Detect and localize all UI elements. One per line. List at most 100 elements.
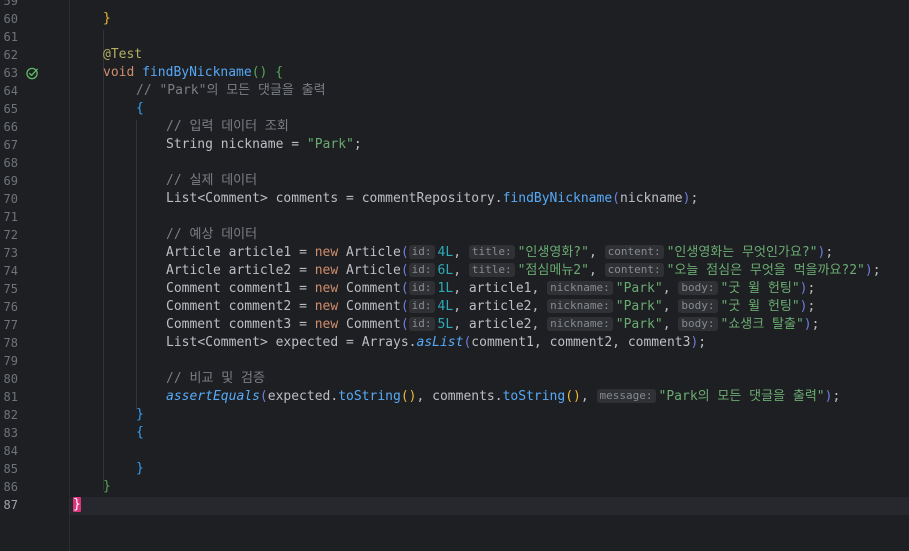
code-line-78[interactable]: List<Comment> expected = Arrays.asList(c… <box>166 334 706 352</box>
line-number[interactable]: 81 <box>0 388 18 406</box>
code-line-72[interactable]: // 예상 데이터 <box>166 226 257 244</box>
param-hint: id: <box>408 299 435 313</box>
code-line-76[interactable]: Comment comment2 = new Comment(id: 4L, ar… <box>166 298 815 316</box>
string-literal: "점심메뉴2" <box>517 263 589 278</box>
method-call: toString <box>338 389 401 404</box>
argument: comments <box>432 389 495 404</box>
constructor-class: Article <box>346 263 401 278</box>
param-hint: id: <box>408 245 435 259</box>
param-hint: body: <box>678 317 718 331</box>
type-name: Comment <box>166 317 221 332</box>
line-number[interactable]: 84 <box>0 442 18 460</box>
assign-operator: = <box>283 137 307 152</box>
line-number[interactable]: 82 <box>0 406 18 424</box>
constructor-class: Comment <box>346 299 401 314</box>
semicolon: ; <box>807 299 816 314</box>
line-number[interactable]: 86 <box>0 478 18 496</box>
static-method-call: assertEquals <box>166 389 260 404</box>
line-number[interactable]: 65 <box>0 100 18 118</box>
line-number[interactable]: 78 <box>0 334 18 352</box>
type-name: Comment <box>166 281 221 296</box>
line-number[interactable]: 83 <box>0 424 18 442</box>
new-keyword: new <box>314 263 339 278</box>
line-number[interactable]: 63 <box>0 64 18 82</box>
line-number[interactable]: 68 <box>0 154 18 172</box>
new-keyword: new <box>314 245 339 260</box>
constructor-class: Comment <box>346 281 401 296</box>
test-passed-check-icon[interactable] <box>26 67 39 80</box>
line-number[interactable]: 87 <box>0 496 18 514</box>
code-line-77[interactable]: Comment comment3 = new Comment(id: 5L, ar… <box>166 316 819 334</box>
line-number[interactable]: 73 <box>0 244 18 262</box>
line-number[interactable]: 80 <box>0 370 18 388</box>
line-number[interactable]: 70 <box>0 190 18 208</box>
line-number[interactable]: 71 <box>0 208 18 226</box>
indent-guide <box>103 30 104 490</box>
string-literal: "인생영화?" <box>517 245 589 260</box>
string-literal: "굿 윌 헌팅" <box>720 281 800 296</box>
line-number[interactable]: 66 <box>0 118 18 136</box>
code-line-74[interactable]: Article article2 = new Article(id: 6L, ti… <box>166 262 881 280</box>
code-line-82[interactable]: } <box>136 406 144 424</box>
param-hint: nickname: <box>547 299 613 313</box>
code-line-73[interactable]: Article article1 = new Article(id: 4L, ti… <box>166 244 833 262</box>
method-call: toString <box>502 389 566 404</box>
line-number[interactable]: 77 <box>0 316 18 334</box>
param-hint: id: <box>408 317 435 331</box>
code-line-70[interactable]: List<Comment> comments = commentReposito… <box>166 190 698 208</box>
line-number[interactable]: 60 <box>0 10 18 28</box>
code-line-86[interactable]: } <box>103 478 111 496</box>
code-line-75[interactable]: Comment comment1 = new Comment(id: 1L, ar… <box>166 280 815 298</box>
code-line-60[interactable]: } <box>103 10 111 28</box>
line-number[interactable]: 69 <box>0 172 18 190</box>
code-line-81[interactable]: assertEquals(expected.toString(), commen… <box>166 388 840 406</box>
line-number[interactable]: 76 <box>0 298 18 316</box>
type-name: String <box>166 137 213 152</box>
variable-name: comments <box>275 191 339 206</box>
line-number[interactable]: 64 <box>0 82 18 100</box>
code-line-64[interactable]: // "Park"의 모든 댓글을 출력 <box>136 82 326 100</box>
line-number[interactable]: 72 <box>0 226 18 244</box>
semicolon: ; <box>811 317 820 332</box>
code-line-85[interactable]: } <box>136 460 144 478</box>
assign-operator: = <box>291 281 315 296</box>
code-line-87[interactable]: } <box>73 496 81 514</box>
void-keyword: void <box>103 65 135 80</box>
open-paren: ( <box>400 317 409 332</box>
code-line-62[interactable]: @Test <box>103 46 142 64</box>
semicolon: ; <box>807 281 816 296</box>
line-number[interactable]: 75 <box>0 280 18 298</box>
param-hint: nickname: <box>547 317 613 331</box>
variable-name: comment2 <box>228 299 292 314</box>
code-area[interactable]: } @Test void findByNickname() { // "Park… <box>70 0 909 551</box>
code-line-65[interactable]: { <box>136 100 144 118</box>
code-line-63[interactable]: void findByNickname() { <box>103 64 283 82</box>
line-number[interactable]: 62 <box>0 46 18 64</box>
type-name: Comment <box>166 299 221 314</box>
variable-name: article2 <box>228 263 292 278</box>
code-line-83[interactable]: { <box>136 424 144 442</box>
new-keyword: new <box>314 317 339 332</box>
line-number[interactable]: 79 <box>0 352 18 370</box>
line-number-gutter[interactable]: 59 60 61 62 63 64 65 66 67 68 69 70 71 72 73 74 75 76 77 78… <box>0 0 70 551</box>
line-number[interactable]: 74 <box>0 262 18 280</box>
dot: . <box>494 191 503 206</box>
dot: . <box>408 335 417 350</box>
param-hint: body: <box>678 299 718 313</box>
param-hint: nickname: <box>547 281 613 295</box>
line-number[interactable]: 59 <box>0 0 18 10</box>
method-parens: () <box>251 65 268 80</box>
constructor-class: Article <box>346 245 401 260</box>
code-line-69[interactable]: // 실제 데이터 <box>166 172 257 190</box>
code-line-66[interactable]: // 입력 데이터 조회 <box>166 118 289 136</box>
code-line-67[interactable]: String nickname = "Park"; <box>166 136 362 154</box>
code-line-80[interactable]: // 비교 및 검증 <box>166 370 265 388</box>
line-number[interactable]: 85 <box>0 460 18 478</box>
variable-name: nickname <box>220 137 284 152</box>
comment: // 비교 및 검증 <box>166 371 265 386</box>
code-editor[interactable]: 59 60 61 62 63 64 65 66 67 68 69 70 71 72 73 74 75 76 77 78… <box>0 0 909 551</box>
param-hint: id: <box>408 263 435 277</box>
line-number[interactable]: 67 <box>0 136 18 154</box>
string-literal: "Park" <box>615 299 663 314</box>
line-number[interactable]: 61 <box>0 28 18 46</box>
